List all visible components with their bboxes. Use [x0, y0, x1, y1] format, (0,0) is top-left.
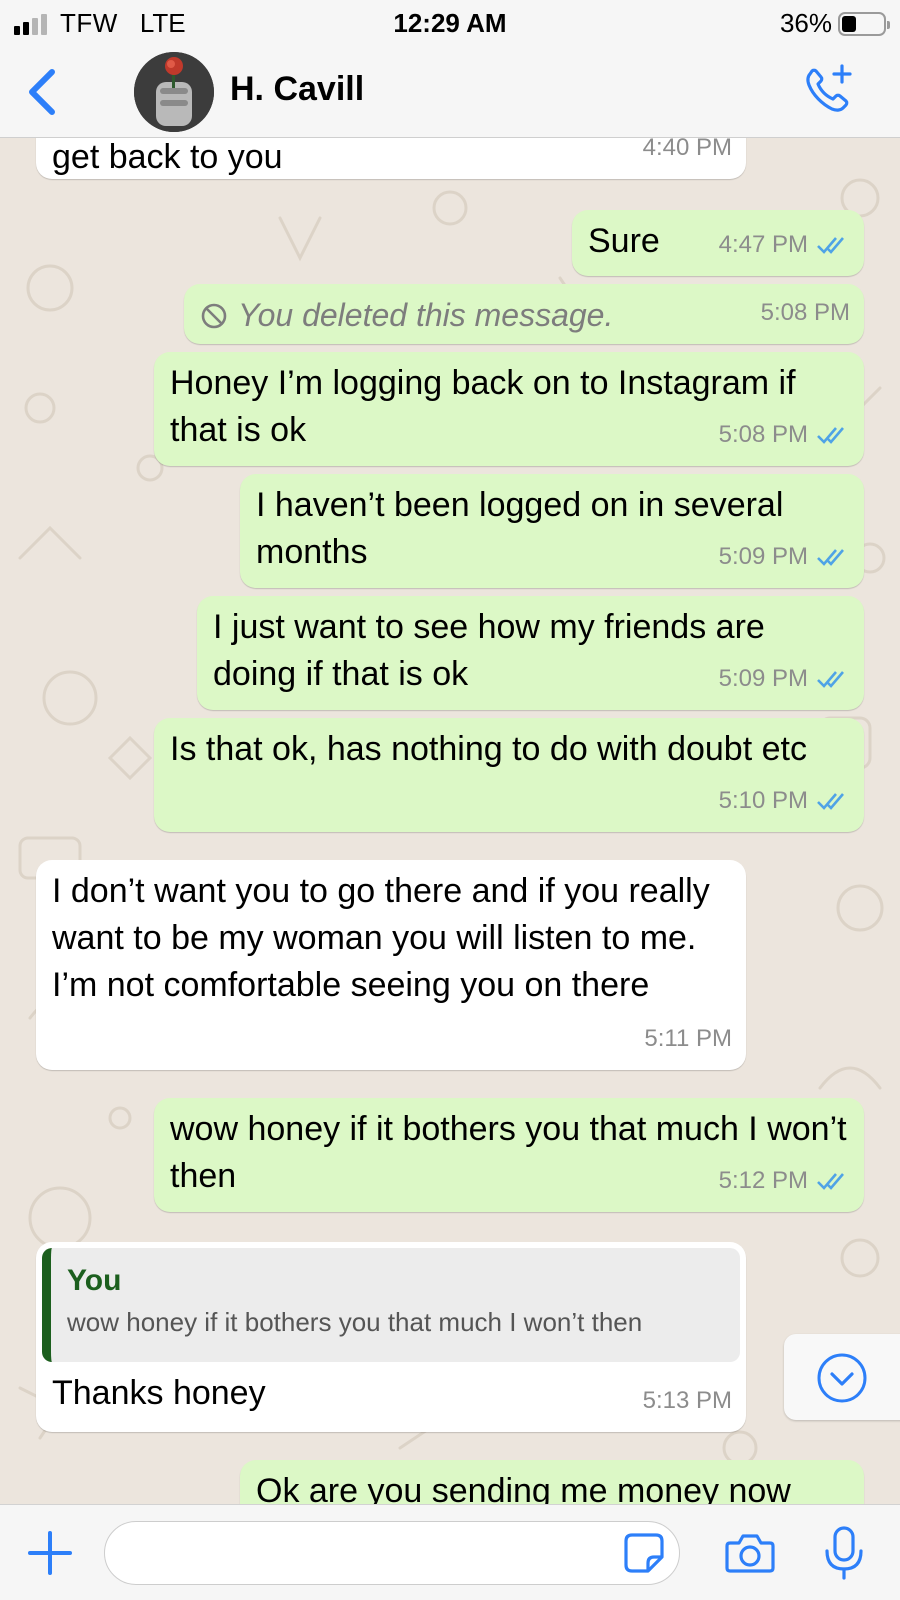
- message-text: get back to you: [52, 138, 283, 176]
- message-meta: 5:10 PM: [719, 777, 850, 824]
- message-meta: 5:12 PM: [719, 1157, 850, 1204]
- read-ticks-icon: [817, 792, 844, 810]
- message-meta: 5:08 PM: [719, 411, 850, 458]
- chat-area[interactable]: get back to you 4:40 PM Sure 4:47 PM You…: [0, 138, 900, 1504]
- message-time: 5:08 PM: [760, 299, 850, 326]
- avatar[interactable]: [134, 52, 214, 132]
- message-deleted[interactable]: You deleted this message. 5:08 PM: [184, 284, 864, 344]
- clock: 12:29 AM: [393, 8, 507, 38]
- voice-message-button[interactable]: [822, 1525, 866, 1581]
- message-text: You deleted this message.: [238, 297, 614, 333]
- microphone-icon: [825, 1526, 863, 1580]
- status-right: 36%: [779, 8, 890, 39]
- message-outgoing[interactable]: Sure 4:47 PM: [572, 210, 864, 276]
- read-ticks-icon: [817, 1172, 844, 1190]
- message-meta: 5:13 PM: [643, 1377, 732, 1424]
- deleted-message: You deleted this message.: [200, 292, 848, 339]
- scroll-to-bottom-button[interactable]: [784, 1334, 900, 1420]
- message-meta: 5:08 PM: [761, 289, 850, 336]
- sticker-button[interactable]: [622, 1531, 666, 1575]
- quote-author: You: [67, 1264, 122, 1297]
- plus-icon: [28, 1531, 72, 1575]
- message-reply[interactable]: You wow honey if it bothers you that muc…: [36, 1242, 746, 1432]
- message-meta: 5:09 PM: [719, 655, 850, 702]
- chevron-down-circle-icon: [817, 1353, 867, 1403]
- message-time: 5:09 PM: [718, 665, 808, 692]
- message-meta: 4:47 PM: [719, 221, 850, 268]
- message-text: Is that ok, has nothing to do with doubt…: [170, 730, 807, 768]
- message-meta: 4:40 PM: [643, 138, 732, 171]
- message-meta: 5:09 PM: [719, 533, 850, 580]
- camera-icon: [725, 1534, 775, 1573]
- chevron-left-icon: [29, 69, 55, 115]
- message-time: 4:47 PM: [718, 231, 808, 258]
- message-input[interactable]: [104, 1521, 680, 1585]
- message-outgoing[interactable]: Honey I’m logging back on to Instagram i…: [154, 352, 864, 466]
- sticker-icon: [624, 1533, 664, 1573]
- message-time: 5:13 PM: [642, 1387, 732, 1414]
- message-outgoing[interactable]: wow honey if it bothers you that much I …: [154, 1098, 864, 1212]
- read-ticks-icon: [817, 548, 844, 566]
- message-outgoing[interactable]: I just want to see how my friends are do…: [197, 596, 864, 710]
- camera-button[interactable]: [724, 1531, 776, 1575]
- read-ticks-icon: [817, 426, 844, 444]
- chat-header: H. Cavill: [0, 46, 900, 138]
- message-outgoing[interactable]: Is that ok, has nothing to do with doubt…: [154, 718, 864, 832]
- message-outgoing[interactable]: Ok are you sending me money now: [240, 1460, 864, 1504]
- message-text: Ok are you sending me money now: [256, 1472, 791, 1504]
- message-time: 5:11 PM: [644, 1025, 732, 1052]
- status-bar: TFW LTE 12:29 AM 36%: [0, 0, 900, 46]
- message-time: 4:40 PM: [642, 138, 732, 161]
- message-outgoing[interactable]: I haven’t been logged on in several mont…: [240, 474, 864, 588]
- message-time: 5:10 PM: [718, 787, 808, 814]
- read-ticks-icon: [817, 236, 844, 254]
- message-incoming[interactable]: get back to you 4:40 PM: [36, 138, 746, 179]
- message-time: 5:09 PM: [718, 543, 808, 570]
- avatar-image: [134, 52, 214, 132]
- ban-icon: [201, 303, 227, 328]
- quote-text: wow honey if it bothers you that much I …: [67, 1307, 643, 1337]
- message-incoming[interactable]: I don’t want you to go there and if you …: [36, 860, 746, 1070]
- message-text: I don’t want you to go there and if you …: [52, 872, 710, 1004]
- contact-name[interactable]: H. Cavill: [230, 70, 364, 109]
- add-call-button[interactable]: [800, 62, 856, 118]
- quoted-message[interactable]: You wow honey if it bothers you that muc…: [42, 1248, 740, 1362]
- battery-level: [842, 15, 857, 32]
- message-input-bar: [0, 1504, 900, 1600]
- battery-percent: 36%: [779, 8, 832, 38]
- message-time: 5:08 PM: [718, 421, 808, 448]
- message-meta: 5:11 PM: [644, 1015, 732, 1062]
- back-button[interactable]: [22, 66, 62, 118]
- message-time: 5:12 PM: [718, 1167, 808, 1194]
- add-call-icon: [806, 64, 852, 112]
- battery-icon: [838, 11, 890, 36]
- attach-button[interactable]: [26, 1529, 74, 1577]
- read-ticks-icon: [817, 670, 844, 688]
